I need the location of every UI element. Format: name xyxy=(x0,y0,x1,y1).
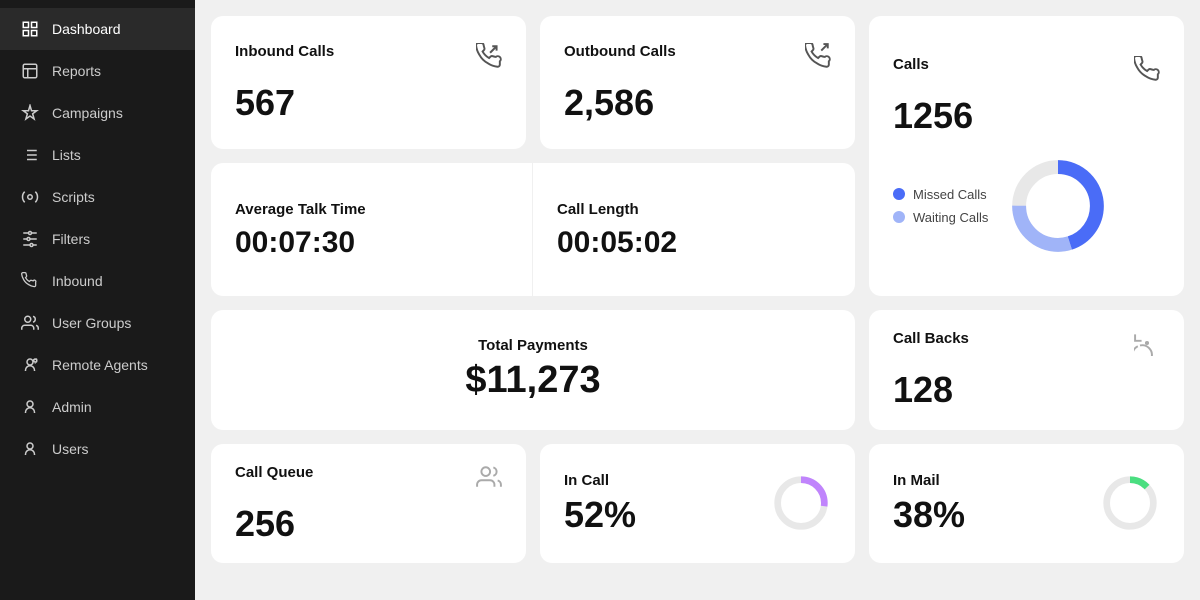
total-payments-card: Total Payments $11,273 xyxy=(211,310,855,430)
sidebar-label-remote-agents: Remote Agents xyxy=(52,357,148,373)
sidebar-label-reports: Reports xyxy=(52,63,101,79)
admin-icon xyxy=(20,397,40,417)
legend-missed-calls: Missed Calls xyxy=(893,187,988,202)
sidebar-item-inbound[interactable]: Inbound xyxy=(0,260,195,302)
waiting-calls-dot xyxy=(893,211,905,223)
call-length-half: Call Length 00:05:02 xyxy=(533,163,855,296)
in-call-row: In Call 52% xyxy=(564,472,831,535)
sidebar: Dashboard Reports Campaigns Lists Script… xyxy=(0,0,195,600)
in-call-ring xyxy=(771,473,831,533)
avg-talk-time-half: Average Talk Time 00:07:30 xyxy=(211,163,533,296)
scripts-icon xyxy=(20,187,40,207)
call-queue-value: 256 xyxy=(235,504,502,544)
legend-waiting-calls: Waiting Calls xyxy=(893,210,988,225)
missed-calls-label: Missed Calls xyxy=(913,187,987,202)
donut-legend: Missed Calls Waiting Calls xyxy=(893,187,988,225)
call-queue-card: Call Queue 256 xyxy=(211,444,526,564)
outbound-calls-value: 2,586 xyxy=(564,83,831,123)
time-card: Average Talk Time 00:07:30 Call Length 0… xyxy=(211,163,855,296)
inbound-calls-card: Inbound Calls 567 xyxy=(211,16,526,149)
inbound-calls-icon xyxy=(476,43,502,75)
sidebar-item-filters[interactable]: Filters xyxy=(0,218,195,260)
sidebar-item-reports[interactable]: Reports xyxy=(0,50,195,92)
calls-donut-card: Calls 1256 Missed Calls Waiting Cal xyxy=(869,16,1184,296)
sidebar-label-user-groups: User Groups xyxy=(52,315,131,331)
call-length-title: Call Length xyxy=(557,201,831,218)
dashboard-icon xyxy=(20,19,40,39)
in-call-value: 52% xyxy=(564,495,636,535)
call-backs-icon xyxy=(1134,330,1160,362)
sidebar-label-scripts: Scripts xyxy=(52,189,95,205)
users-icon xyxy=(20,439,40,459)
in-mail-card: In Mail 38% xyxy=(869,444,1184,564)
call-length-value: 00:05:02 xyxy=(557,226,831,259)
missed-calls-dot xyxy=(893,188,905,200)
calls-donut-header: Calls xyxy=(893,56,1160,88)
sidebar-label-inbound: Inbound xyxy=(52,273,103,289)
in-mail-row: In Mail 38% xyxy=(893,472,1160,535)
sidebar-item-users[interactable]: Users xyxy=(0,428,195,470)
in-call-ring-svg xyxy=(771,473,831,533)
total-payments-title: Total Payments xyxy=(235,337,831,354)
outbound-calls-title: Outbound Calls xyxy=(564,43,676,60)
sidebar-label-lists: Lists xyxy=(52,147,81,163)
calls-value: 1256 xyxy=(893,96,1160,136)
call-backs-card: Call Backs 128 xyxy=(869,310,1184,430)
call-backs-title: Call Backs xyxy=(893,330,969,347)
sidebar-item-dashboard[interactable]: Dashboard xyxy=(0,8,195,50)
sidebar-item-user-groups[interactable]: User Groups xyxy=(0,302,195,344)
call-queue-icon xyxy=(476,464,502,496)
sidebar-label-admin: Admin xyxy=(52,399,92,415)
dashboard-grid: Inbound Calls 567 Outbound Calls xyxy=(211,16,1184,563)
total-payments-value: $11,273 xyxy=(235,360,831,402)
filters-icon xyxy=(20,229,40,249)
in-mail-title: In Mail xyxy=(893,472,965,489)
donut-inner: Missed Calls Waiting Calls xyxy=(893,156,1160,256)
in-mail-ring xyxy=(1100,473,1160,533)
inbound-icon xyxy=(20,271,40,291)
in-call-title: In Call xyxy=(564,472,636,489)
call-queue-title: Call Queue xyxy=(235,464,313,481)
in-mail-text: In Mail 38% xyxy=(893,472,965,535)
inbound-calls-title: Inbound Calls xyxy=(235,43,334,60)
sidebar-label-campaigns: Campaigns xyxy=(52,105,123,121)
in-call-card: In Call 52% xyxy=(540,444,855,564)
outbound-calls-header: Outbound Calls xyxy=(564,43,831,75)
inbound-calls-header: Inbound Calls xyxy=(235,43,502,75)
call-backs-value: 128 xyxy=(893,370,1160,410)
in-mail-ring-svg xyxy=(1100,473,1160,533)
in-call-text: In Call 52% xyxy=(564,472,636,535)
sidebar-label-users: Users xyxy=(52,441,89,457)
remote-agents-icon xyxy=(20,355,40,375)
sidebar-item-remote-agents[interactable]: Remote Agents xyxy=(0,344,195,386)
donut-chart xyxy=(1008,156,1108,256)
sidebar-item-admin[interactable]: Admin xyxy=(0,386,195,428)
call-queue-header: Call Queue xyxy=(235,464,502,496)
sidebar-label-dashboard: Dashboard xyxy=(52,21,121,37)
sidebar-label-filters: Filters xyxy=(52,231,90,247)
sidebar-item-campaigns[interactable]: Campaigns xyxy=(0,92,195,134)
avg-talk-time-title: Average Talk Time xyxy=(235,201,508,218)
in-mail-value: 38% xyxy=(893,495,965,535)
reports-icon xyxy=(20,61,40,81)
call-backs-header: Call Backs xyxy=(893,330,1160,362)
inbound-calls-value: 567 xyxy=(235,83,502,123)
outbound-calls-icon xyxy=(805,43,831,75)
avg-talk-time-value: 00:07:30 xyxy=(235,226,508,259)
calls-donut-icon xyxy=(1134,56,1160,88)
sidebar-item-lists[interactable]: Lists xyxy=(0,134,195,176)
lists-icon xyxy=(20,145,40,165)
main-content: Inbound Calls 567 Outbound Calls xyxy=(195,0,1200,600)
calls-donut-title: Calls xyxy=(893,56,929,73)
sidebar-item-scripts[interactable]: Scripts xyxy=(0,176,195,218)
user-groups-icon xyxy=(20,313,40,333)
campaigns-icon xyxy=(20,103,40,123)
waiting-calls-label: Waiting Calls xyxy=(913,210,988,225)
outbound-calls-card: Outbound Calls 2,586 xyxy=(540,16,855,149)
